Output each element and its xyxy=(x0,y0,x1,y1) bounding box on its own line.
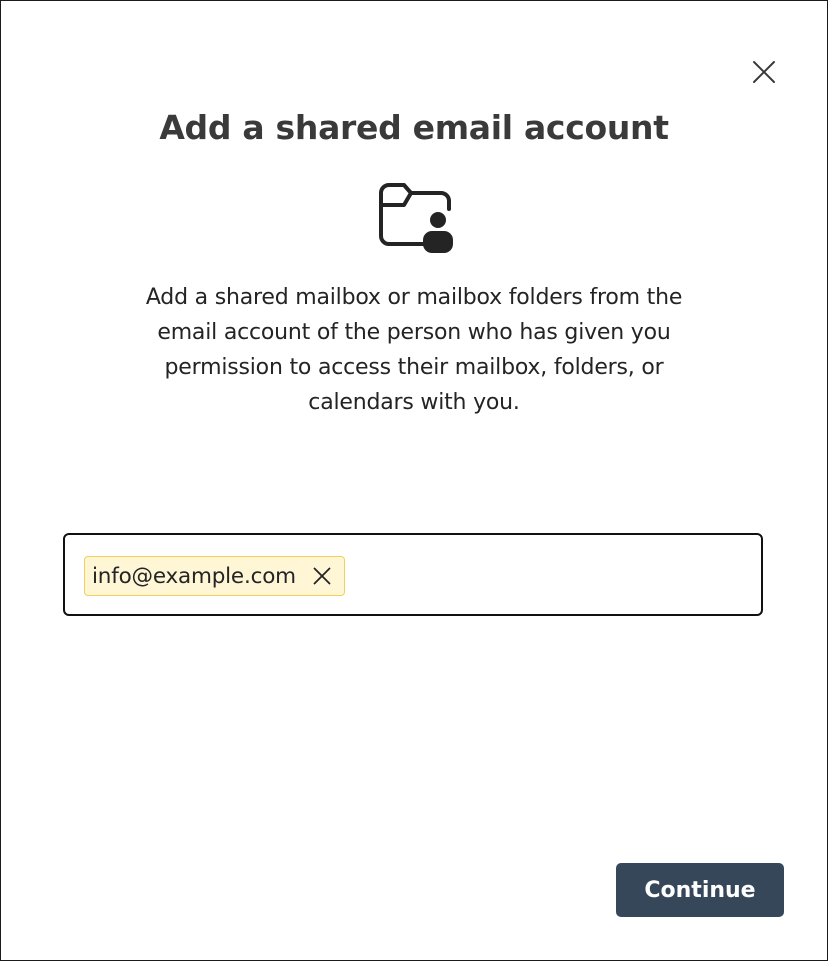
dialog-description: Add a shared mailbox or mailbox folders … xyxy=(145,285,683,415)
folder-person-icon xyxy=(379,183,453,253)
shared-account-input[interactable]: info@example.com xyxy=(63,533,763,616)
email-chip[interactable]: info@example.com xyxy=(84,556,345,596)
email-chip-label: info@example.com xyxy=(92,563,296,589)
close-icon xyxy=(753,61,775,83)
add-shared-account-dialog: Add a shared email account Add a shared … xyxy=(0,0,828,961)
chip-remove-button[interactable] xyxy=(312,566,332,586)
continue-button[interactable]: Continue xyxy=(616,863,784,917)
dismiss-icon xyxy=(313,567,331,585)
close-button[interactable] xyxy=(748,56,780,88)
dialog-title: Add a shared email account xyxy=(159,108,669,147)
email-text-input[interactable] xyxy=(375,555,745,595)
